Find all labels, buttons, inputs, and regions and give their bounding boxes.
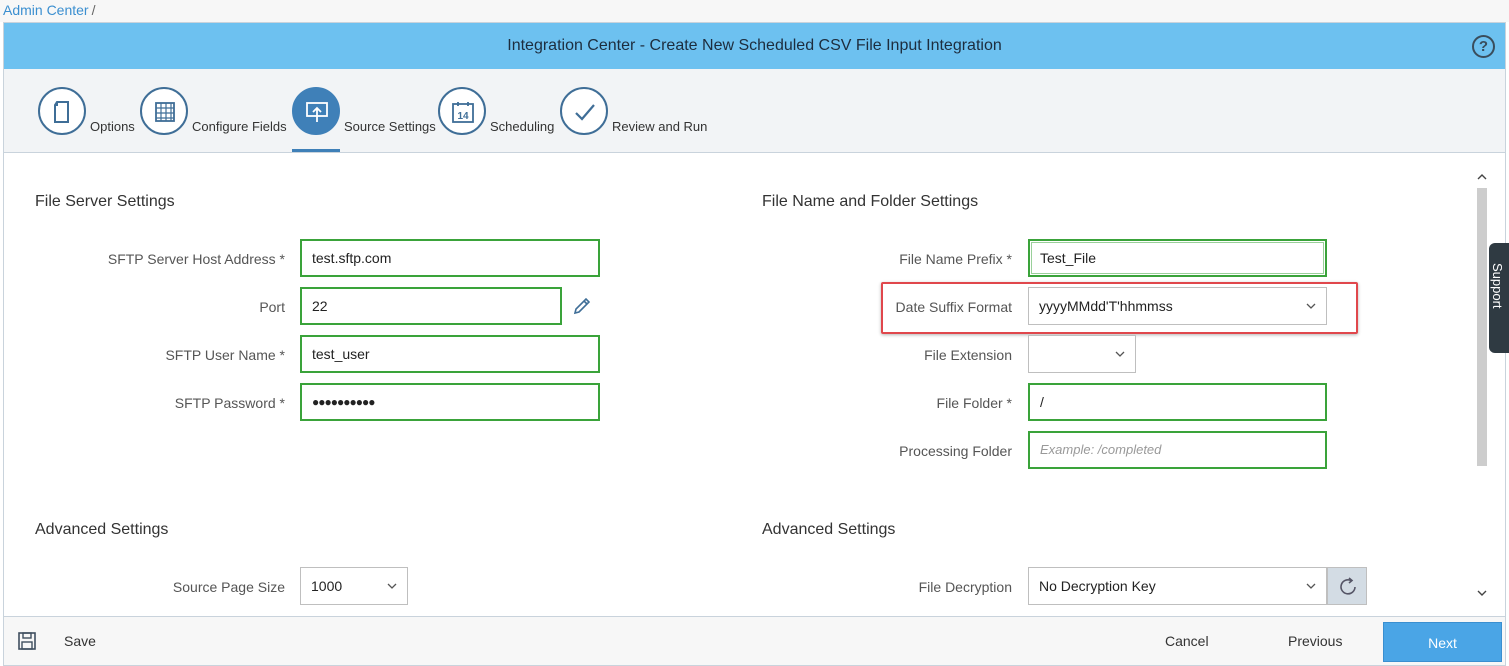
file-server-settings-title: File Server Settings [35,193,175,210]
page-title: Integration Center - Create New Schedule… [507,37,1002,54]
password-input[interactable]: ●●●●●●●●●● [300,383,600,421]
save-icon[interactable] [17,631,37,651]
file-folder-input[interactable]: / [1028,383,1327,421]
date-suffix-select[interactable]: yyyyMMdd'T'hhmmss [1028,287,1327,325]
integration-dialog: Integration Center - Create New Schedule… [3,22,1506,666]
advanced-settings-right-title: Advanced Settings [762,521,896,538]
date-suffix-label: Date Suffix Format [895,299,1012,315]
active-step-indicator [292,149,340,152]
prefix-label: File Name Prefix * [899,251,1012,267]
date-suffix-value: yyyyMMdd'T'hhmmss [1039,298,1173,314]
page-size-select[interactable]: 1000 [300,567,408,605]
host-label: SFTP Server Host Address * [107,251,285,267]
step-label: Source Settings [344,119,436,134]
calendar-icon: 14 [438,87,486,135]
document-icon [38,87,86,135]
support-label: Support [1490,263,1505,309]
extension-label: File Extension [924,347,1012,363]
breadcrumb: Admin Center / [0,0,1509,22]
file-decryption-select[interactable]: No Decryption Key [1028,567,1327,605]
refresh-button[interactable] [1327,567,1367,605]
page-size-label: Source Page Size [172,579,285,595]
save-button[interactable]: Save [64,633,96,649]
advanced-settings-left-title: Advanced Settings [35,521,169,538]
password-label: SFTP Password * [174,395,285,411]
port-input[interactable]: 22 [300,287,562,325]
grid-icon [140,87,188,135]
decryption-label: File Decryption [918,579,1012,595]
folder-label: File Folder * [936,395,1012,411]
chevron-down-icon [1306,303,1316,309]
edit-pencil-icon[interactable] [572,296,592,316]
user-label: SFTP User Name * [165,347,285,363]
help-icon[interactable]: ? [1472,35,1495,58]
scroll-up-icon[interactable] [1477,172,1487,182]
cancel-button[interactable]: Cancel [1165,633,1209,649]
breadcrumb-separator: / [91,2,96,18]
breadcrumb-admin-center-link[interactable]: Admin Center [3,2,89,18]
chevron-down-icon [1306,583,1316,589]
file-decryption-value: No Decryption Key [1039,578,1156,594]
step-label: Scheduling [490,119,555,134]
content-scrollbar[interactable] [1474,170,1490,600]
port-label: Port [259,299,285,315]
refresh-icon [1340,577,1356,595]
host-input[interactable]: test.sftp.com [300,239,600,277]
support-tab[interactable]: Support [1489,243,1509,353]
page-size-value: 1000 [311,578,343,594]
scroll-thumb[interactable] [1477,188,1487,466]
file-extension-select[interactable] [1028,335,1136,373]
file-name-prefix-input[interactable]: Test_File [1028,239,1327,277]
footer-bar: Save Cancel Previous Next [4,616,1505,665]
processing-folder-label: Processing Folder [899,443,1012,459]
step-label: Configure Fields [192,119,287,134]
step-label: Options [90,119,135,134]
previous-button[interactable]: Previous [1288,633,1342,649]
chevron-down-icon [387,583,397,589]
wizard-steps: Options Configure Fields Source Settings… [4,69,1505,153]
title-bar: Integration Center - Create New Schedule… [4,23,1505,69]
check-icon [560,87,608,135]
form-content: File Server Settings SFTP Server Host Ad… [4,154,1505,616]
next-button[interactable]: Next [1383,622,1502,662]
svg-text:14: 14 [457,111,469,122]
chevron-down-icon [1115,351,1125,357]
step-label: Review and Run [612,119,708,134]
file-name-folder-settings-title: File Name and Folder Settings [762,193,979,210]
scroll-down-icon[interactable] [1477,588,1487,598]
username-input[interactable]: test_user [300,335,600,373]
upload-icon [292,87,340,135]
processing-folder-input[interactable]: Example: /completed [1028,431,1327,469]
